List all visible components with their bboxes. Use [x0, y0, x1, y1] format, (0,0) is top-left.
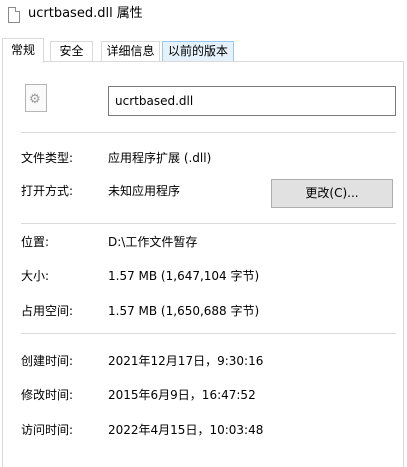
- accessed-row: 访问时间: 2022年4月15日，10:03:48: [3, 421, 403, 439]
- properties-window: ucrtbased.dll 属性 常规 安全 详细信息 以前的版本 ⚙ 文件类型…: [0, 0, 407, 467]
- modified-value: 2015年6月9日，16:47:52: [108, 388, 256, 402]
- separator: [21, 333, 396, 334]
- tab-strip: 常规 安全 详细信息 以前的版本: [0, 38, 407, 63]
- file-type-label: 文件类型:: [21, 151, 74, 165]
- tab-general[interactable]: 常规: [2, 38, 44, 63]
- dll-gear-file-icon: ⚙: [25, 84, 47, 112]
- size-on-disk-row: 占用空间: 1.57 MB (1,650,688 字节): [3, 302, 403, 320]
- accessed-label: 访问时间:: [21, 423, 74, 437]
- tab-previous-versions[interactable]: 以前的版本: [162, 41, 234, 62]
- location-value: D:\工作文件暂存: [108, 235, 198, 249]
- created-label: 创建时间:: [21, 354, 74, 368]
- size-on-disk-value: 1.57 MB (1,650,688 字节): [108, 304, 260, 318]
- change-button[interactable]: 更改(C)...: [271, 179, 393, 208]
- file-type-row: 文件类型: 应用程序扩展 (.dll): [3, 149, 403, 167]
- tab-details[interactable]: 详细信息: [101, 41, 160, 62]
- created-value: 2021年12月17日，9:30:16: [108, 354, 264, 368]
- file-icon: [8, 7, 20, 23]
- separator: [21, 223, 396, 224]
- window-title: ucrtbased.dll 属性: [28, 6, 143, 21]
- tab-security[interactable]: 安全: [50, 41, 93, 62]
- size-value: 1.57 MB (1,647,104 字节): [108, 269, 260, 283]
- opens-with-label: 打开方式:: [21, 184, 74, 198]
- gear-icon: ⚙: [29, 92, 41, 107]
- general-panel: ⚙ 文件类型: 应用程序扩展 (.dll) 打开方式: 未知应用程序 更改(C)…: [2, 61, 404, 467]
- size-row: 大小: 1.57 MB (1,647,104 字节): [3, 267, 403, 285]
- file-type-value: 应用程序扩展 (.dll): [108, 151, 212, 165]
- created-row: 创建时间: 2021年12月17日，9:30:16: [3, 352, 403, 370]
- size-label: 大小:: [21, 269, 50, 283]
- location-label: 位置:: [21, 235, 50, 249]
- accessed-value: 2022年4月15日，10:03:48: [108, 423, 264, 437]
- separator: [21, 132, 396, 133]
- opens-with-value: 未知应用程序: [108, 184, 181, 198]
- modified-label: 修改时间:: [21, 388, 74, 402]
- title-bar: ucrtbased.dll 属性: [0, 0, 407, 30]
- file-name-input[interactable]: [108, 86, 396, 116]
- location-row: 位置: D:\工作文件暂存: [3, 233, 403, 251]
- modified-row: 修改时间: 2015年6月9日，16:47:52: [3, 386, 403, 404]
- size-on-disk-label: 占用空间:: [21, 304, 74, 318]
